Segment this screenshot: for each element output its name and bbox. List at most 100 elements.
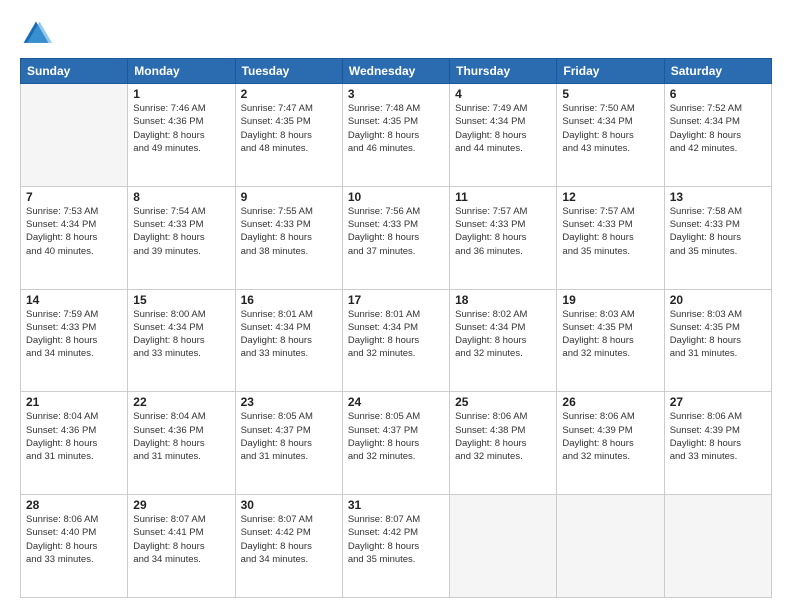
day-info: Sunrise: 8:06 AM Sunset: 4:40 PM Dayligh…	[26, 513, 122, 566]
day-number: 27	[670, 395, 766, 409]
day-number: 7	[26, 190, 122, 204]
calendar-cell: 29Sunrise: 8:07 AM Sunset: 4:41 PM Dayli…	[128, 495, 235, 598]
day-number: 16	[241, 293, 337, 307]
day-number: 26	[562, 395, 658, 409]
day-info: Sunrise: 8:05 AM Sunset: 4:37 PM Dayligh…	[241, 410, 337, 463]
calendar-cell: 9Sunrise: 7:55 AM Sunset: 4:33 PM Daylig…	[235, 186, 342, 289]
day-number: 8	[133, 190, 229, 204]
day-number: 2	[241, 87, 337, 101]
week-row-5: 28Sunrise: 8:06 AM Sunset: 4:40 PM Dayli…	[21, 495, 772, 598]
day-info: Sunrise: 7:56 AM Sunset: 4:33 PM Dayligh…	[348, 205, 444, 258]
day-number: 9	[241, 190, 337, 204]
day-info: Sunrise: 8:07 AM Sunset: 4:41 PM Dayligh…	[133, 513, 229, 566]
calendar-cell: 26Sunrise: 8:06 AM Sunset: 4:39 PM Dayli…	[557, 392, 664, 495]
day-info: Sunrise: 7:55 AM Sunset: 4:33 PM Dayligh…	[241, 205, 337, 258]
calendar-cell: 20Sunrise: 8:03 AM Sunset: 4:35 PM Dayli…	[664, 289, 771, 392]
header-row: SundayMondayTuesdayWednesdayThursdayFrid…	[21, 59, 772, 84]
calendar-cell	[21, 84, 128, 187]
day-info: Sunrise: 7:49 AM Sunset: 4:34 PM Dayligh…	[455, 102, 551, 155]
header	[20, 18, 772, 50]
day-info: Sunrise: 7:59 AM Sunset: 4:33 PM Dayligh…	[26, 308, 122, 361]
day-number: 30	[241, 498, 337, 512]
day-number: 5	[562, 87, 658, 101]
week-row-2: 7Sunrise: 7:53 AM Sunset: 4:34 PM Daylig…	[21, 186, 772, 289]
day-info: Sunrise: 7:48 AM Sunset: 4:35 PM Dayligh…	[348, 102, 444, 155]
day-header-thursday: Thursday	[450, 59, 557, 84]
day-info: Sunrise: 8:06 AM Sunset: 4:39 PM Dayligh…	[670, 410, 766, 463]
day-info: Sunrise: 7:57 AM Sunset: 4:33 PM Dayligh…	[455, 205, 551, 258]
calendar-cell: 30Sunrise: 8:07 AM Sunset: 4:42 PM Dayli…	[235, 495, 342, 598]
day-number: 14	[26, 293, 122, 307]
calendar-cell: 12Sunrise: 7:57 AM Sunset: 4:33 PM Dayli…	[557, 186, 664, 289]
calendar-cell: 7Sunrise: 7:53 AM Sunset: 4:34 PM Daylig…	[21, 186, 128, 289]
day-info: Sunrise: 8:07 AM Sunset: 4:42 PM Dayligh…	[348, 513, 444, 566]
day-info: Sunrise: 8:06 AM Sunset: 4:39 PM Dayligh…	[562, 410, 658, 463]
day-number: 17	[348, 293, 444, 307]
calendar-cell: 8Sunrise: 7:54 AM Sunset: 4:33 PM Daylig…	[128, 186, 235, 289]
day-info: Sunrise: 8:04 AM Sunset: 4:36 PM Dayligh…	[26, 410, 122, 463]
day-header-saturday: Saturday	[664, 59, 771, 84]
day-number: 3	[348, 87, 444, 101]
day-number: 28	[26, 498, 122, 512]
day-number: 29	[133, 498, 229, 512]
calendar-cell: 23Sunrise: 8:05 AM Sunset: 4:37 PM Dayli…	[235, 392, 342, 495]
day-number: 19	[562, 293, 658, 307]
day-info: Sunrise: 7:50 AM Sunset: 4:34 PM Dayligh…	[562, 102, 658, 155]
day-info: Sunrise: 7:54 AM Sunset: 4:33 PM Dayligh…	[133, 205, 229, 258]
day-info: Sunrise: 8:01 AM Sunset: 4:34 PM Dayligh…	[241, 308, 337, 361]
calendar-cell: 25Sunrise: 8:06 AM Sunset: 4:38 PM Dayli…	[450, 392, 557, 495]
day-number: 20	[670, 293, 766, 307]
day-number: 18	[455, 293, 551, 307]
day-header-tuesday: Tuesday	[235, 59, 342, 84]
logo	[20, 18, 56, 50]
calendar-cell	[664, 495, 771, 598]
calendar-cell: 18Sunrise: 8:02 AM Sunset: 4:34 PM Dayli…	[450, 289, 557, 392]
day-info: Sunrise: 8:02 AM Sunset: 4:34 PM Dayligh…	[455, 308, 551, 361]
week-row-3: 14Sunrise: 7:59 AM Sunset: 4:33 PM Dayli…	[21, 289, 772, 392]
day-number: 1	[133, 87, 229, 101]
day-header-friday: Friday	[557, 59, 664, 84]
day-number: 15	[133, 293, 229, 307]
week-row-4: 21Sunrise: 8:04 AM Sunset: 4:36 PM Dayli…	[21, 392, 772, 495]
calendar-cell: 5Sunrise: 7:50 AM Sunset: 4:34 PM Daylig…	[557, 84, 664, 187]
calendar-cell: 28Sunrise: 8:06 AM Sunset: 4:40 PM Dayli…	[21, 495, 128, 598]
day-number: 13	[670, 190, 766, 204]
logo-icon	[20, 18, 52, 50]
day-info: Sunrise: 8:01 AM Sunset: 4:34 PM Dayligh…	[348, 308, 444, 361]
calendar-cell: 27Sunrise: 8:06 AM Sunset: 4:39 PM Dayli…	[664, 392, 771, 495]
calendar-cell: 13Sunrise: 7:58 AM Sunset: 4:33 PM Dayli…	[664, 186, 771, 289]
calendar-cell: 31Sunrise: 8:07 AM Sunset: 4:42 PM Dayli…	[342, 495, 449, 598]
day-number: 22	[133, 395, 229, 409]
calendar-cell: 10Sunrise: 7:56 AM Sunset: 4:33 PM Dayli…	[342, 186, 449, 289]
calendar-cell: 6Sunrise: 7:52 AM Sunset: 4:34 PM Daylig…	[664, 84, 771, 187]
day-info: Sunrise: 7:52 AM Sunset: 4:34 PM Dayligh…	[670, 102, 766, 155]
calendar-cell: 3Sunrise: 7:48 AM Sunset: 4:35 PM Daylig…	[342, 84, 449, 187]
day-info: Sunrise: 8:04 AM Sunset: 4:36 PM Dayligh…	[133, 410, 229, 463]
day-info: Sunrise: 8:07 AM Sunset: 4:42 PM Dayligh…	[241, 513, 337, 566]
day-info: Sunrise: 7:53 AM Sunset: 4:34 PM Dayligh…	[26, 205, 122, 258]
calendar-cell: 22Sunrise: 8:04 AM Sunset: 4:36 PM Dayli…	[128, 392, 235, 495]
day-info: Sunrise: 7:58 AM Sunset: 4:33 PM Dayligh…	[670, 205, 766, 258]
day-info: Sunrise: 7:46 AM Sunset: 4:36 PM Dayligh…	[133, 102, 229, 155]
calendar-cell: 24Sunrise: 8:05 AM Sunset: 4:37 PM Dayli…	[342, 392, 449, 495]
calendar-cell	[557, 495, 664, 598]
calendar-cell: 2Sunrise: 7:47 AM Sunset: 4:35 PM Daylig…	[235, 84, 342, 187]
calendar-cell: 1Sunrise: 7:46 AM Sunset: 4:36 PM Daylig…	[128, 84, 235, 187]
calendar-cell	[450, 495, 557, 598]
day-info: Sunrise: 8:03 AM Sunset: 4:35 PM Dayligh…	[562, 308, 658, 361]
calendar-cell: 4Sunrise: 7:49 AM Sunset: 4:34 PM Daylig…	[450, 84, 557, 187]
day-number: 4	[455, 87, 551, 101]
calendar-cell: 21Sunrise: 8:04 AM Sunset: 4:36 PM Dayli…	[21, 392, 128, 495]
day-info: Sunrise: 7:47 AM Sunset: 4:35 PM Dayligh…	[241, 102, 337, 155]
day-header-wednesday: Wednesday	[342, 59, 449, 84]
day-info: Sunrise: 7:57 AM Sunset: 4:33 PM Dayligh…	[562, 205, 658, 258]
calendar-cell: 17Sunrise: 8:01 AM Sunset: 4:34 PM Dayli…	[342, 289, 449, 392]
day-number: 10	[348, 190, 444, 204]
day-header-monday: Monday	[128, 59, 235, 84]
page: SundayMondayTuesdayWednesdayThursdayFrid…	[0, 0, 792, 612]
calendar-cell: 14Sunrise: 7:59 AM Sunset: 4:33 PM Dayli…	[21, 289, 128, 392]
day-number: 31	[348, 498, 444, 512]
calendar-cell: 15Sunrise: 8:00 AM Sunset: 4:34 PM Dayli…	[128, 289, 235, 392]
day-info: Sunrise: 8:06 AM Sunset: 4:38 PM Dayligh…	[455, 410, 551, 463]
calendar: SundayMondayTuesdayWednesdayThursdayFrid…	[20, 58, 772, 598]
